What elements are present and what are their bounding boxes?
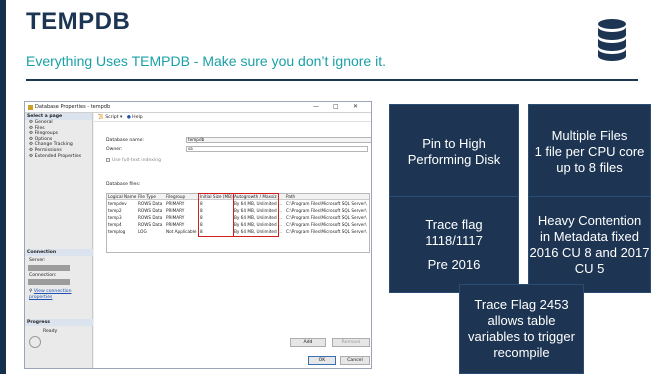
- cancel-button[interactable]: Cancel: [340, 356, 370, 365]
- close-button[interactable]: ✕: [353, 103, 358, 110]
- left-accent-bar: [0, 0, 6, 374]
- file-type-cell[interactable]: ROWS Data: [137, 215, 165, 221]
- script-label: Script: [105, 115, 119, 120]
- page-extended-properties[interactable]: ⚙ Extended Properties: [25, 154, 92, 160]
- path-cell[interactable]: C:\Program Files\Microsoft SQL Server\: [285, 215, 371, 221]
- files-page: 📜 Script ▾ ● Help Database name: tempdb …: [94, 113, 371, 368]
- logical-name-cell[interactable]: temp2: [107, 208, 137, 214]
- box-line: 1 file per CPU core: [534, 144, 645, 159]
- column-header[interactable]: File Type: [137, 194, 165, 200]
- file-type-cell[interactable]: ROWS Data: [137, 208, 165, 214]
- server-label: Server:: [29, 258, 46, 263]
- box-line: 1118/1117: [425, 232, 483, 248]
- fulltext-label: Use full-text indexing: [112, 158, 161, 163]
- box-line: Trace Flag 2453: [474, 297, 569, 312]
- file-type-cell[interactable]: ROWS Data: [137, 201, 165, 207]
- connection-label: Connection:: [29, 272, 57, 278]
- box-line: allows table: [487, 313, 556, 328]
- script-button[interactable]: 📜 Script ▾: [98, 115, 122, 120]
- box-line: Pre 2016: [427, 256, 481, 272]
- database-files-grid: Logical Name File Type Filegroup Initial…: [106, 193, 370, 253]
- connection-header: Connection: [25, 249, 93, 256]
- autogrowth-highlight: [233, 193, 279, 237]
- database-files-label: Database files:: [106, 182, 141, 187]
- box-line: Trace flag: [425, 216, 483, 232]
- filegroup-cell[interactable]: PRIMARY: [165, 201, 199, 207]
- page-label: Change Tracking: [34, 142, 73, 148]
- path-cell[interactable]: C:\Program Files\Microsoft SQL Server\: [285, 229, 371, 235]
- pin-high-performing-disk-box: Pin to High Performing Disk: [389, 104, 519, 200]
- connection-section: Connection Server: Connection: ⚲ View co…: [25, 249, 93, 300]
- connection-value: [28, 279, 70, 286]
- trace-flag-1118-box: Trace flag 1118/1117 Pre 2016: [389, 196, 519, 293]
- initial-size-highlight: [198, 193, 234, 237]
- filegroup-cell[interactable]: Not Applicable: [165, 229, 199, 235]
- filegroup-cell[interactable]: PRIMARY: [165, 208, 199, 214]
- path-cell[interactable]: C:\Program Files\Microsoft SQL Server\: [285, 208, 371, 214]
- database-icon: [28, 105, 33, 110]
- page-label: Permissions: [34, 147, 62, 153]
- remove-button[interactable]: Remove: [332, 338, 370, 347]
- server-value: [28, 264, 70, 271]
- database-properties-window: Database Properties - tempdb — □ ✕ Selec…: [24, 101, 372, 369]
- database-name-label: Database name:: [106, 138, 144, 143]
- filegroup-cell[interactable]: PRIMARY: [165, 222, 199, 228]
- progress-status: Ready: [43, 329, 58, 334]
- dialog-toolbar: 📜 Script ▾ ● Help: [94, 113, 371, 122]
- maximize-button[interactable]: □: [333, 103, 339, 110]
- view-connection-properties-link[interactable]: ⚲ View connection properties: [25, 289, 93, 300]
- slide-subtitle: Everything Uses TEMPDB - Make sure you d…: [26, 53, 387, 69]
- progress-header: Progress: [25, 319, 93, 326]
- owner-field[interactable]: sa: [186, 146, 368, 152]
- progress-spinner-icon: [29, 336, 41, 348]
- select-page-header: Select a page: [25, 113, 92, 120]
- logical-name-cell[interactable]: tempdev: [107, 201, 137, 207]
- help-label: Help: [132, 115, 143, 120]
- help-button[interactable]: ● Help: [127, 115, 143, 120]
- box-line: Heavy Contention: [537, 212, 642, 228]
- title-rule: [26, 79, 638, 81]
- window-titlebar: Database Properties - tempdb — □ ✕: [25, 102, 371, 113]
- database-icon: [598, 19, 626, 61]
- column-header[interactable]: Logical Name: [107, 194, 137, 200]
- database-name-field[interactable]: tempdb: [186, 137, 371, 143]
- page-label: Files: [34, 125, 45, 131]
- box-line: 2016 CU 8 and 2017: [529, 244, 650, 260]
- logical-name-cell[interactable]: temp3: [107, 215, 137, 221]
- multiple-files-box: Multiple Files 1 file per CPU core up to…: [528, 104, 651, 200]
- add-button[interactable]: Add: [290, 338, 326, 347]
- page-selector-panel: Select a page ⚙ General ⚙ Files ⚙ Filegr…: [25, 113, 93, 368]
- window-title: Database Properties - tempdb: [35, 104, 111, 110]
- owner-label: Owner:: [106, 147, 123, 152]
- ok-button[interactable]: OK: [308, 356, 336, 365]
- filegroup-cell[interactable]: PRIMARY: [165, 215, 199, 221]
- column-header[interactable]: Path: [285, 194, 371, 200]
- page-label: Filegroups: [34, 131, 59, 137]
- slide-title: TEMPDB: [26, 8, 131, 35]
- path-cell[interactable]: C:\Program Files\Microsoft SQL Server\: [285, 222, 371, 228]
- file-type-cell[interactable]: LOG: [137, 229, 165, 235]
- page-label: Extended Properties: [34, 153, 82, 159]
- link-text: View connection properties: [29, 289, 72, 300]
- box-line: up to 8 files: [556, 160, 623, 175]
- fulltext-checkbox[interactable]: [106, 158, 110, 162]
- box-line: recompile: [493, 345, 550, 360]
- file-type-cell[interactable]: ROWS Data: [137, 222, 165, 228]
- page-label: General: [34, 120, 53, 125]
- trace-flag-2453-box: Trace Flag 2453 allows table variables t…: [459, 284, 584, 374]
- box-line: Multiple Files: [551, 128, 628, 143]
- box-line: in Metadata fixed: [539, 228, 639, 244]
- box-line: CU 5: [574, 260, 605, 276]
- column-header[interactable]: Filegroup: [165, 194, 199, 200]
- box-line: Pin to High: [422, 136, 486, 151]
- box-line: variables to trigger: [468, 329, 575, 344]
- heavy-contention-box: Heavy Contention in Metadata fixed 2016 …: [528, 196, 651, 293]
- logical-name-cell[interactable]: templog: [107, 229, 137, 235]
- logical-name-cell[interactable]: temp4: [107, 222, 137, 228]
- box-line: Performing Disk: [407, 152, 501, 167]
- path-cell[interactable]: C:\Program Files\Microsoft SQL Server\: [285, 201, 371, 207]
- minimize-button[interactable]: —: [313, 103, 319, 110]
- progress-section: Progress Ready: [25, 319, 93, 359]
